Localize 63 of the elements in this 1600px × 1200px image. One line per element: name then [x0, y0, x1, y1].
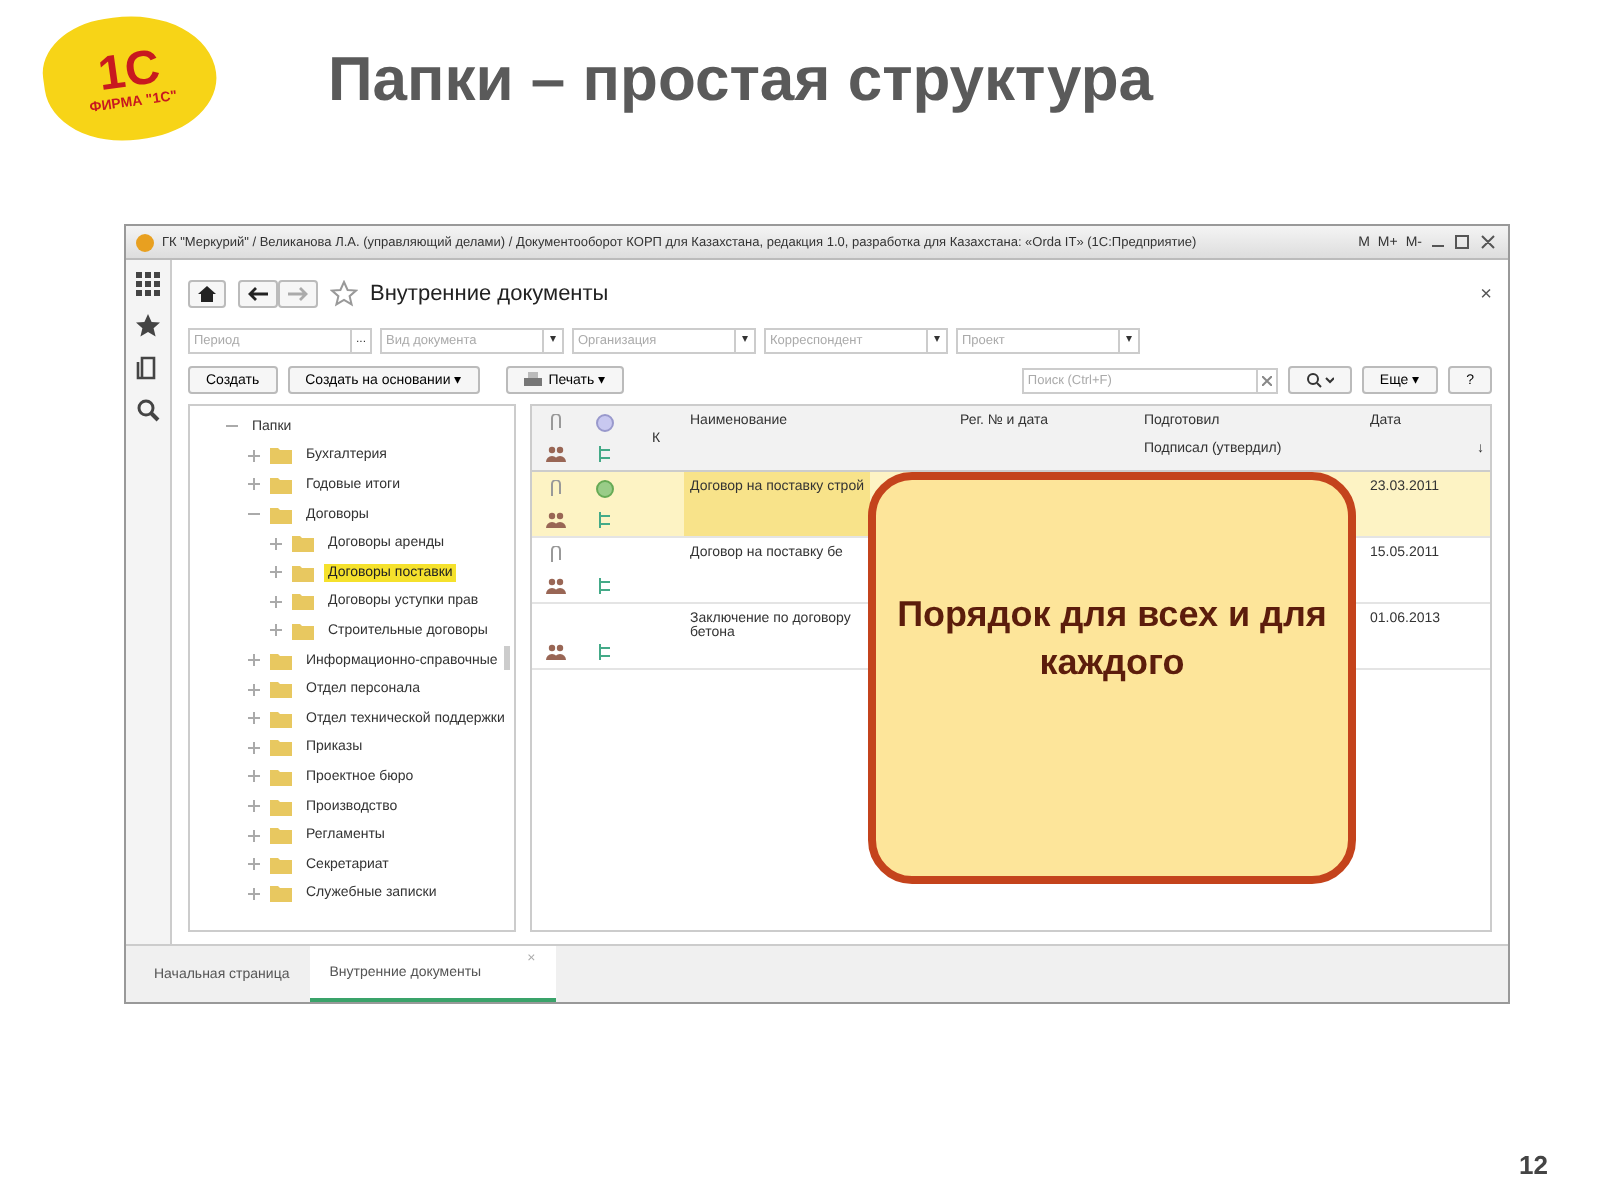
expand-icon[interactable]	[248, 683, 260, 696]
callout-text: Порядок для всех и для каждого	[896, 592, 1328, 687]
folder-icon	[270, 505, 292, 524]
expand-icon[interactable]	[248, 800, 260, 813]
expand-icon[interactable]	[270, 537, 282, 550]
home-button[interactable]	[188, 280, 226, 308]
expand-icon[interactable]	[248, 887, 260, 900]
folder-icon	[270, 680, 292, 699]
folder-icon	[270, 475, 292, 494]
folder-icon	[270, 797, 292, 816]
clear-button[interactable]	[1257, 367, 1278, 393]
status-circle-icon	[595, 414, 613, 432]
grid-menu-icon[interactable]	[136, 272, 160, 296]
expand-icon[interactable]	[248, 654, 260, 667]
home-icon	[198, 286, 216, 302]
people-icon	[546, 644, 566, 660]
expand-icon[interactable]	[248, 858, 260, 871]
folder-icon	[270, 767, 292, 786]
printer-icon	[524, 372, 543, 388]
slide-number: 12	[1519, 1150, 1548, 1180]
expand-icon[interactable]	[248, 449, 260, 462]
folder-icon	[292, 621, 314, 640]
route-icon	[596, 512, 612, 528]
folder-icon	[270, 884, 292, 903]
route-icon	[596, 644, 612, 660]
expand-icon[interactable]	[270, 595, 282, 608]
star-icon[interactable]	[136, 314, 160, 338]
folder-icon	[270, 855, 292, 874]
folder-icon	[270, 738, 292, 757]
expand-icon[interactable]	[248, 829, 260, 842]
people-icon	[546, 446, 566, 462]
search-icon[interactable]	[136, 398, 160, 422]
search-options-button[interactable]	[1287, 366, 1352, 394]
paperclip-icon	[550, 414, 562, 432]
window-controls-icon[interactable]	[1430, 234, 1498, 250]
collapse-icon[interactable]	[248, 508, 260, 521]
slide-title: Папки – простая структура	[328, 44, 1154, 116]
folder-icon	[292, 592, 314, 611]
favorite-star-icon[interactable]	[330, 280, 358, 308]
expand-icon[interactable]	[248, 478, 260, 491]
folder-icon	[270, 709, 292, 728]
people-icon	[546, 512, 566, 528]
search-icon	[1305, 372, 1334, 388]
form-title: Внутренние документы	[370, 282, 611, 306]
expand-icon[interactable]	[248, 770, 260, 783]
collapse-icon[interactable]	[226, 420, 238, 433]
folder-icon	[270, 446, 292, 465]
back-button[interactable]	[238, 280, 278, 308]
expand-icon[interactable]	[248, 741, 260, 754]
route-icon	[596, 578, 612, 594]
folder-icon	[292, 534, 314, 553]
left-arrow-icon	[248, 286, 268, 302]
folder-icon	[292, 563, 314, 582]
expand-icon[interactable]	[270, 624, 282, 637]
people-icon	[546, 578, 566, 594]
folder-icon	[270, 826, 292, 845]
folder-icon	[270, 651, 292, 670]
close-icon	[1261, 375, 1272, 385]
expand-icon[interactable]	[270, 566, 282, 579]
expand-icon[interactable]	[248, 712, 260, 725]
close-button[interactable]: ×	[1480, 283, 1492, 305]
right-arrow-icon	[288, 286, 308, 302]
route-icon	[596, 446, 612, 462]
